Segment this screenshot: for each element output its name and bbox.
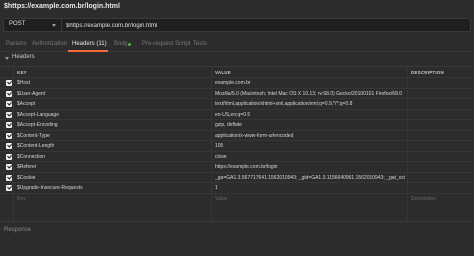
url-input[interactable] xyxy=(66,21,466,30)
table-row: $Connection close xyxy=(0,150,474,161)
row-enabled-checkbox[interactable] xyxy=(6,164,12,170)
headers-section-toggle[interactable]: Headers xyxy=(0,52,474,64)
new-value-input[interactable]: Value xyxy=(215,196,405,202)
tab-params[interactable]: Params xyxy=(6,41,27,47)
header-key[interactable]: $Host xyxy=(17,80,207,86)
method-label: POST xyxy=(9,21,26,27)
table-row: $Accept-Encoding gzip, deflate xyxy=(0,119,474,129)
table-row: $Cookie _ga=GA1.3.567717641.1562010943; … xyxy=(0,171,474,182)
header-value[interactable]: en-US,en;q=0.5 xyxy=(215,112,405,118)
header-key[interactable]: $Content-Length xyxy=(17,143,207,149)
header-key[interactable]: $User-Agent xyxy=(17,91,207,97)
header-value[interactable]: 1 xyxy=(215,185,405,191)
header-key[interactable]: $Cookie xyxy=(17,175,207,181)
row-enabled-checkbox[interactable] xyxy=(6,90,12,97)
table-row: $Referer https://example.com.br/login xyxy=(0,161,474,171)
header-value[interactable]: https://example.com.br/login xyxy=(215,164,405,170)
header-key[interactable]: $Accept xyxy=(17,101,207,107)
chevron-down-icon xyxy=(5,57,9,60)
table-row: $Accept text/html,application/xhtml+xml,… xyxy=(0,98,474,108)
chevron-down-icon xyxy=(52,24,56,27)
table-row: $Host example.com.br xyxy=(0,77,474,87)
row-enabled-checkbox[interactable] xyxy=(6,143,12,149)
tab-headers[interactable]: Headers (11) xyxy=(72,41,107,47)
header-value[interactable]: example.com.br xyxy=(215,80,405,86)
new-header-row: Key Value Description xyxy=(0,192,474,203)
request-tabs: Params Authorization Headers (11) Body P… xyxy=(0,38,474,52)
row-enabled-checkbox[interactable] xyxy=(6,80,12,86)
header-key[interactable]: $Content-Type xyxy=(17,133,207,139)
table-row: $Content-Type application/x-www-form-url… xyxy=(0,129,474,140)
column-header-value: VALUE xyxy=(215,70,231,75)
response-panel[interactable]: Response xyxy=(0,221,474,237)
table-row: $Upgrade-Insecure-Requests 1 xyxy=(0,182,474,192)
body-status-dot xyxy=(128,43,131,46)
tab-body[interactable]: Body xyxy=(114,41,128,47)
header-value[interactable]: application/x-www-form-urlencoded xyxy=(215,133,405,139)
table-row: $Content-Length 105 xyxy=(0,140,474,150)
header-key[interactable]: $Upgrade-Insecure-Requests xyxy=(17,185,207,191)
request-url-bar: POST xyxy=(3,18,471,32)
header-value[interactable]: _ga=GA1.3.567717641.1562010943; _gid=GA1… xyxy=(215,175,405,181)
method-dropdown[interactable]: POST xyxy=(4,19,62,31)
column-header-description: DESCRIPTION xyxy=(411,70,444,75)
tab-authorization[interactable]: Authorization xyxy=(32,41,67,47)
window-title: $https://example.com.br/login.html xyxy=(4,3,120,10)
table-row: $User-Agent Mozilla/5.0 (Macintosh; Inte… xyxy=(0,87,474,98)
row-enabled-checkbox[interactable] xyxy=(6,174,12,181)
table-row: $Accept-Language en-US,en;q=0.5 xyxy=(0,108,474,119)
row-enabled-checkbox[interactable] xyxy=(6,185,12,191)
row-enabled-checkbox[interactable] xyxy=(6,132,12,139)
header-value[interactable]: close xyxy=(215,154,405,160)
tab-pre-request-script[interactable]: Pre-request Script xyxy=(142,41,190,47)
table-header-row: KEY VALUE DESCRIPTION xyxy=(0,67,474,77)
header-key[interactable]: $Accept-Encoding xyxy=(17,122,207,128)
column-header-key: KEY xyxy=(17,70,27,75)
tab-tests[interactable]: Tests xyxy=(193,41,207,47)
headers-table: KEY VALUE DESCRIPTION $Host example.com.… xyxy=(0,66,474,222)
row-enabled-checkbox[interactable] xyxy=(6,153,12,160)
header-value[interactable]: 105 xyxy=(215,143,405,149)
header-key[interactable]: $Accept-Language xyxy=(17,112,207,118)
title-bar: $https://example.com.br/login.html xyxy=(0,0,474,16)
header-key[interactable]: $Connection xyxy=(17,154,207,160)
header-value[interactable]: gzip, deflate xyxy=(215,122,405,128)
new-description-input[interactable]: Description xyxy=(411,196,471,202)
row-enabled-checkbox[interactable] xyxy=(6,101,12,107)
header-value[interactable]: text/html,application/xhtml+xml,applicat… xyxy=(215,101,405,107)
header-value[interactable]: Mozilla/5.0 (Macintosh; Intel Mac OS X 1… xyxy=(215,91,405,97)
new-key-input[interactable]: Key xyxy=(17,196,207,202)
row-enabled-checkbox[interactable] xyxy=(6,111,12,118)
header-key[interactable]: $Referer xyxy=(17,164,207,170)
headers-section-label: Headers xyxy=(12,54,35,60)
row-enabled-checkbox[interactable] xyxy=(6,122,12,128)
response-label: Response xyxy=(4,227,32,233)
